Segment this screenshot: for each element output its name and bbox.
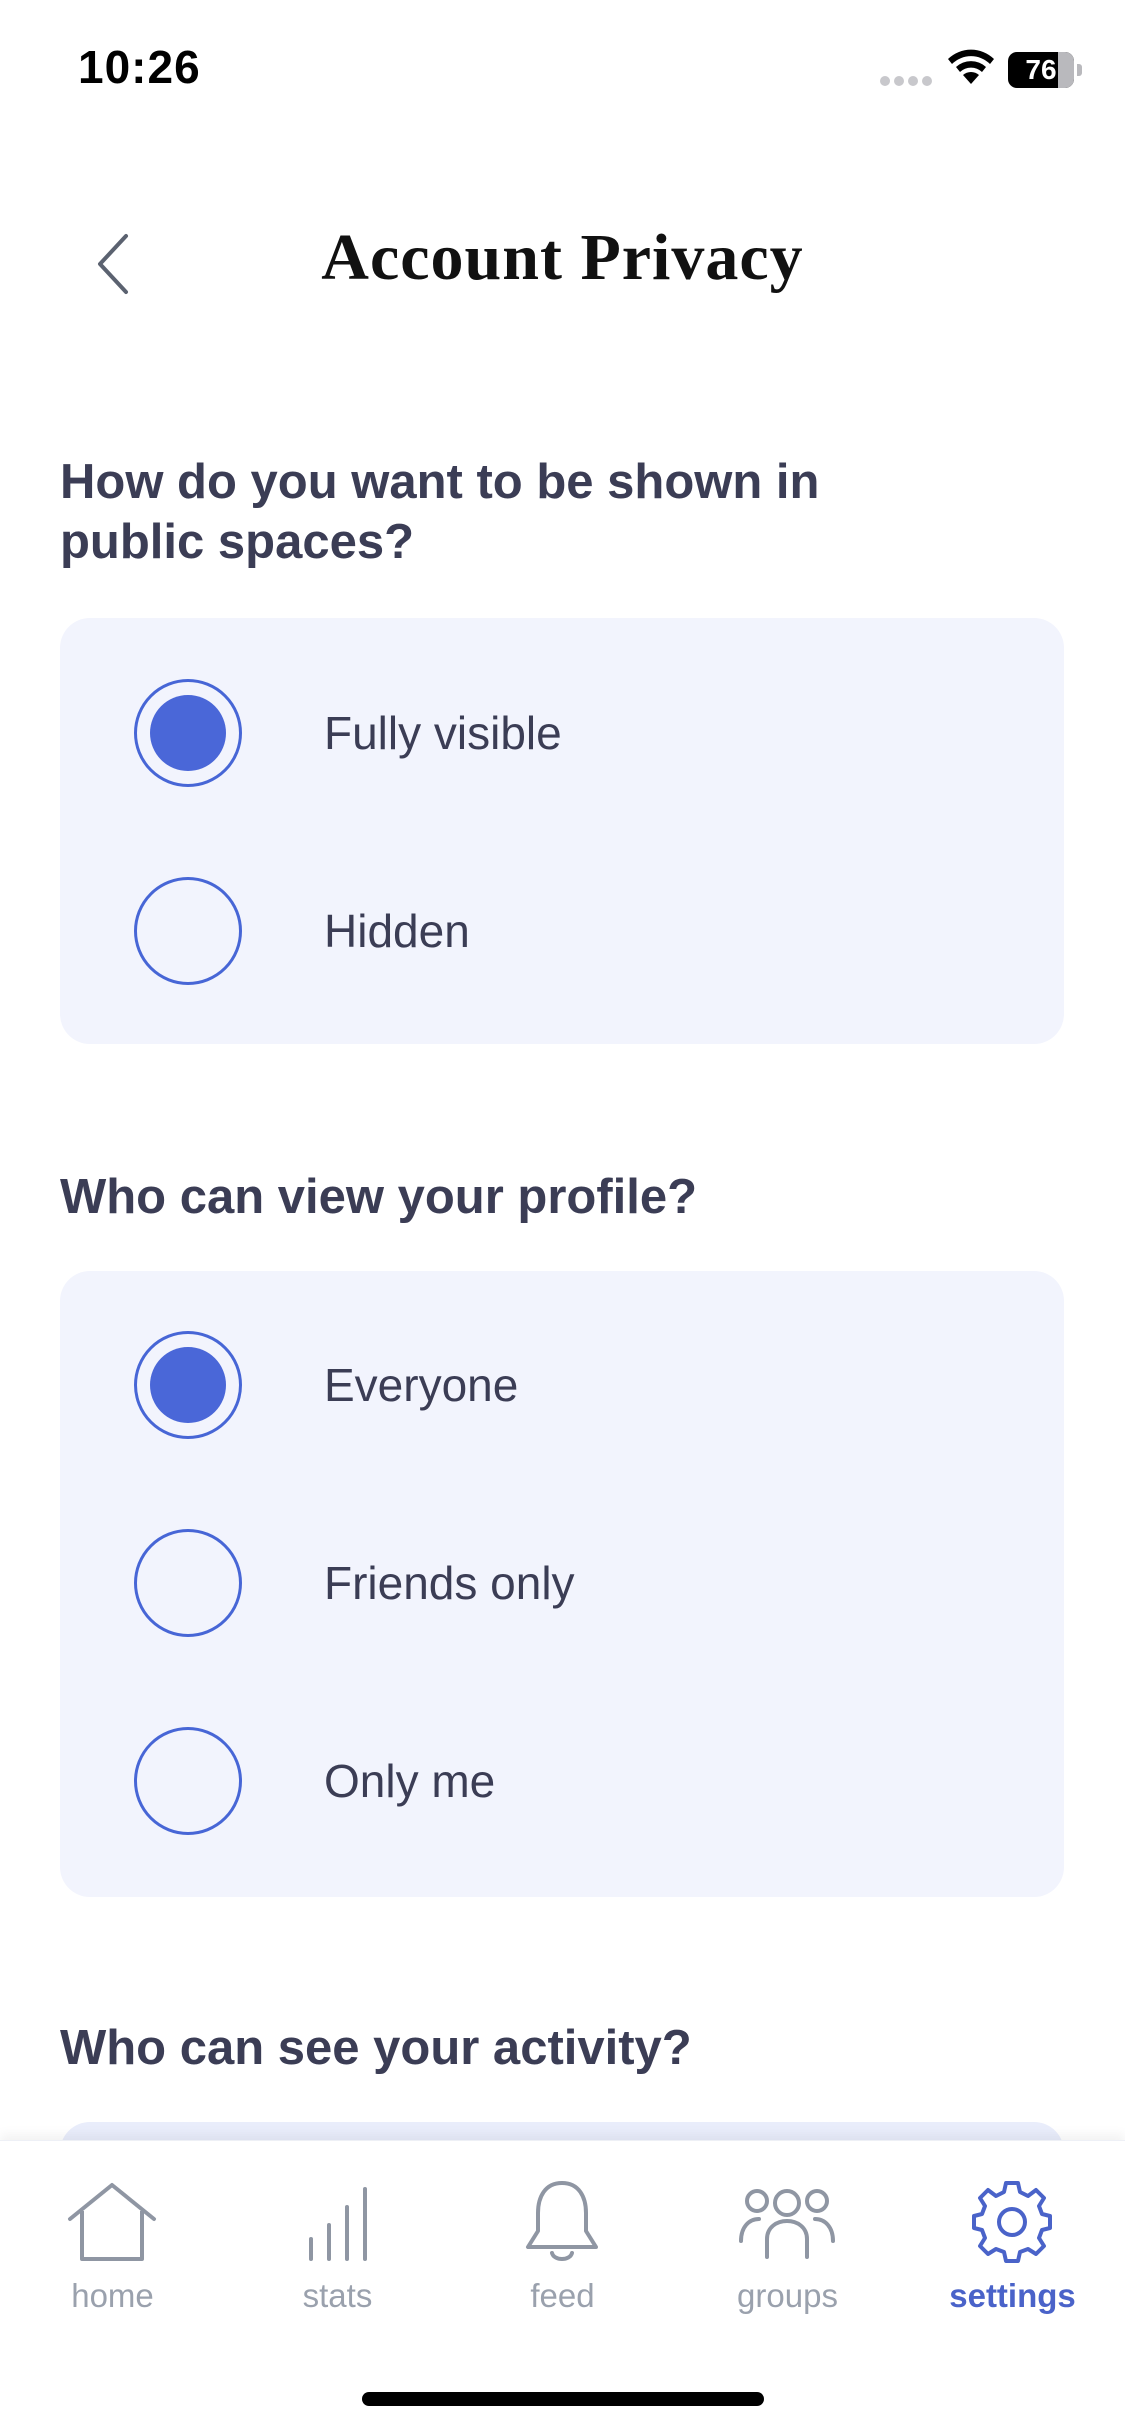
status-bar: 10:26 76 bbox=[0, 0, 1125, 140]
radio-button[interactable] bbox=[134, 679, 242, 787]
battery-icon: 76 bbox=[1008, 52, 1082, 88]
radio-button[interactable] bbox=[134, 1529, 242, 1637]
nav-item-feed[interactable]: feed bbox=[450, 2141, 675, 2341]
option-label: Only me bbox=[324, 1755, 496, 1807]
option-friends-only[interactable]: Friends only bbox=[60, 1484, 1064, 1682]
home-indicator[interactable] bbox=[362, 2392, 764, 2406]
gear-icon bbox=[972, 2181, 1052, 2263]
bell-icon bbox=[526, 2181, 598, 2261]
option-label: Friends only bbox=[324, 1557, 575, 1609]
public-visibility-options: Fully visible Hidden bbox=[60, 618, 1064, 1044]
nav-label-settings: settings bbox=[949, 2277, 1076, 2314]
option-hidden[interactable]: Hidden bbox=[60, 832, 1064, 1030]
option-everyone[interactable]: Everyone bbox=[60, 1286, 1064, 1484]
profile-visibility-options: Everyone Friends only Only me bbox=[60, 1271, 1064, 1897]
option-only-me[interactable]: Only me bbox=[60, 1682, 1064, 1880]
option-label: Fully visible bbox=[324, 707, 562, 759]
nav-label-stats: stats bbox=[302, 2277, 373, 2314]
nav-item-stats[interactable]: stats bbox=[225, 2141, 450, 2341]
option-label: Everyone bbox=[324, 1359, 519, 1411]
cellular-signal-icon bbox=[880, 76, 934, 86]
option-label: Hidden bbox=[324, 905, 470, 957]
status-time: 10:26 bbox=[78, 41, 201, 93]
nav-item-settings[interactable]: settings bbox=[900, 2141, 1125, 2341]
option-fully-visible[interactable]: Fully visible bbox=[60, 634, 1064, 832]
section-heading-profile: Who can view your profile? bbox=[60, 1170, 698, 1224]
battery-level: 76 bbox=[1025, 54, 1057, 85]
nav-item-groups[interactable]: groups bbox=[675, 2141, 900, 2341]
nav-label-groups: groups bbox=[737, 2277, 838, 2314]
bar-chart-icon bbox=[309, 2187, 367, 2261]
page-title: Account Privacy bbox=[321, 221, 804, 294]
radio-button[interactable] bbox=[134, 877, 242, 985]
people-icon bbox=[739, 2189, 835, 2259]
wifi-icon bbox=[948, 49, 994, 84]
radio-button[interactable] bbox=[134, 1331, 242, 1439]
home-icon bbox=[68, 2183, 156, 2261]
nav-item-home[interactable]: home bbox=[0, 2141, 225, 2341]
nav-label-feed: feed bbox=[530, 2277, 595, 2314]
section-heading-public-spaces: How do you want to be shown in public sp… bbox=[60, 455, 820, 569]
nav-label-home: home bbox=[71, 2277, 154, 2314]
radio-button[interactable] bbox=[134, 1727, 242, 1835]
section-heading-activity: Who can see your activity? bbox=[60, 2021, 692, 2075]
